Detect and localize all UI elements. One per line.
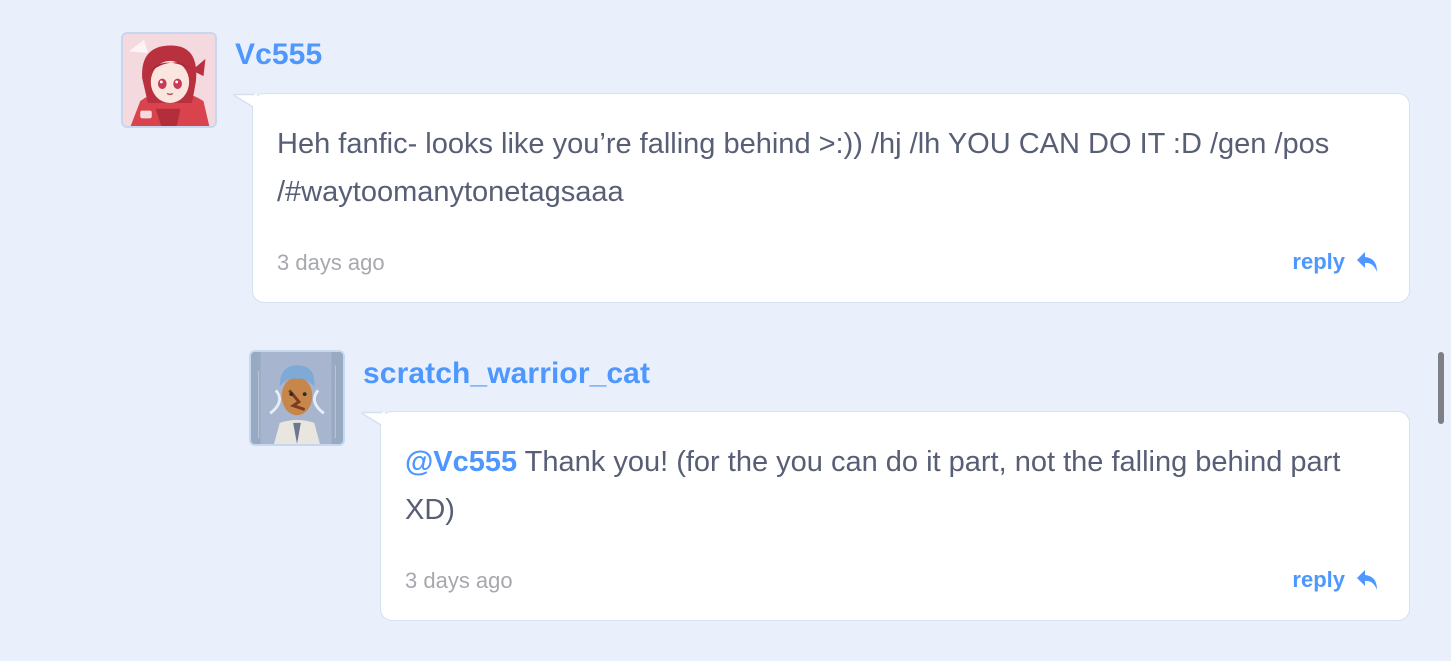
avatar-scratch-warrior-cat[interactable] [249,350,345,446]
reply-button[interactable]: reply [1292,567,1381,593]
comment-username[interactable]: scratch_warrior_cat [363,357,650,391]
comment-text: @Vc555 Thank you! (for the you can do it… [405,438,1390,534]
comment-timestamp: 3 days ago [405,568,513,593]
mention-link[interactable]: @Vc555 [405,446,517,478]
character-blue-hair-avatar-icon [251,352,343,444]
bubble-tail [361,411,385,425]
reply-label: reply [1292,567,1345,592]
reply-arrow-icon [1357,570,1377,590]
comment-text-body: Thank you! (for the you can do it part, … [405,446,1341,526]
scrollbar-thumb[interactable] [1438,352,1444,424]
comment-reply: scratch_warrior_cat @Vc555 Thank you! (f… [0,0,1451,661]
comment-bubble: @Vc555 Thank you! (for the you can do it… [361,411,1410,621]
